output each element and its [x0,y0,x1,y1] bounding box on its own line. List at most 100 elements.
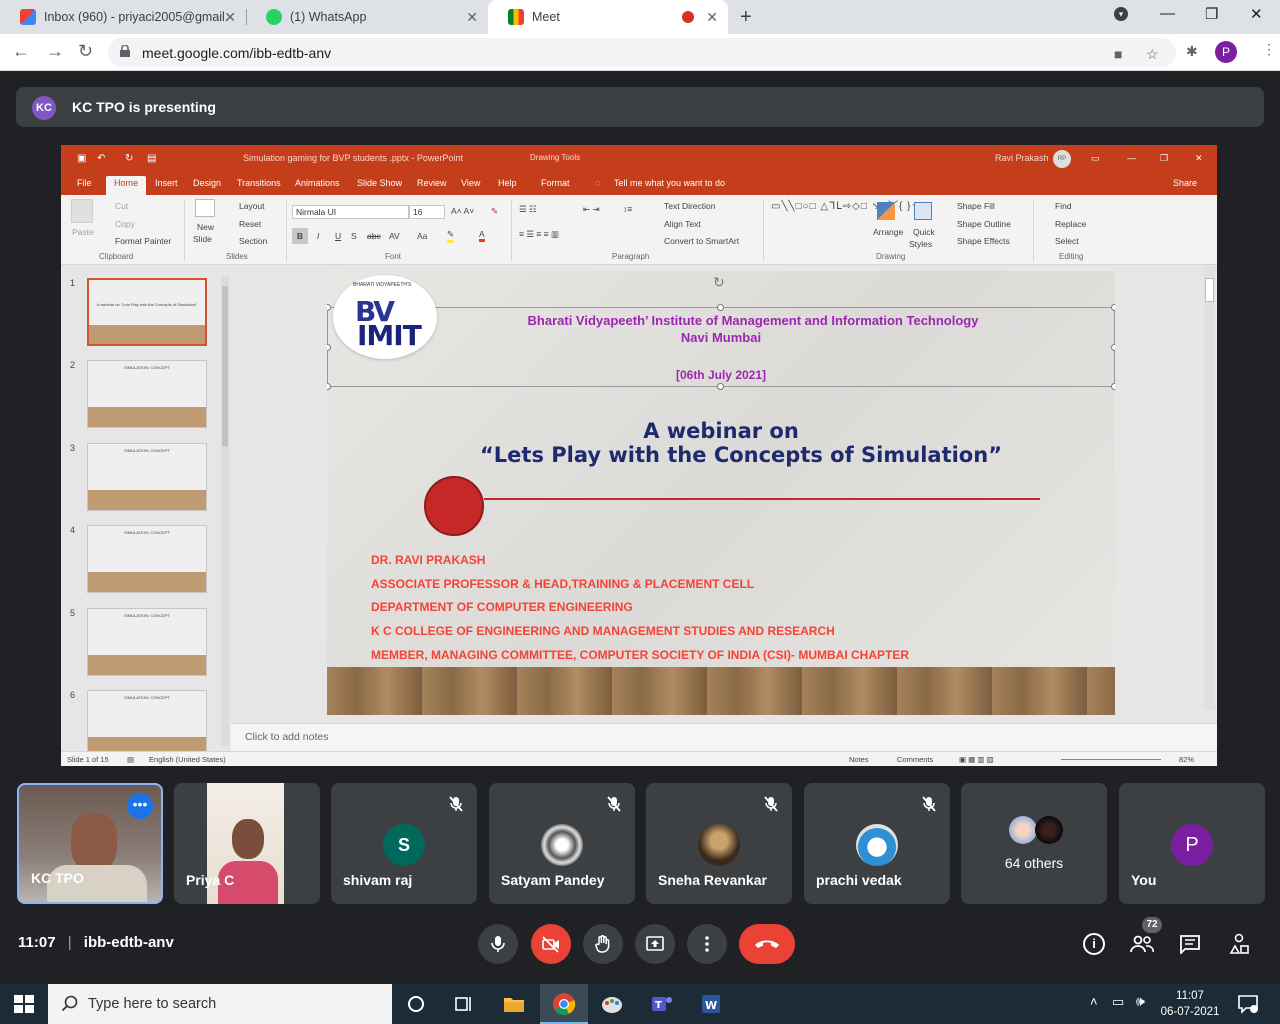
participant-tile-sneha[interactable]: Sneha Revankar [646,783,792,904]
underline-button: U [335,231,342,241]
tab-gmail[interactable]: Inbox (960) - priyaci2005@gmail. ✕ [0,0,246,34]
forward-button[interactable]: → [46,41,64,62]
participant-tile-kc-tpo[interactable]: ••• KC TPO [17,783,163,904]
camera-off-button[interactable] [531,924,571,964]
participant-name: KC TPO [31,870,84,886]
taskbar-search[interactable]: Type here to search [48,984,392,1024]
participant-tile-satyam[interactable]: Satyam Pandey [489,783,635,904]
participant-tile-you[interactable]: P You [1119,783,1265,904]
gmail-icon [20,9,36,25]
reset-button: Reset [239,219,262,229]
meeting-details-button[interactable]: i [1083,933,1105,955]
chat-button[interactable] [1179,934,1201,959]
italic-button: I [317,231,320,241]
participant-tile-others[interactable]: 64 others [961,783,1107,904]
close-icon[interactable]: ✕ [466,9,478,26]
logo-arc-text: BHARATI VIDYAPEETH'S [353,282,412,288]
participant-tile-prachi[interactable]: prachi vedak [804,783,950,904]
group-label-font: Font [385,252,402,261]
participant-name: shivam raj [343,872,413,888]
leave-call-button[interactable] [739,924,795,964]
selection-handle [1111,304,1115,311]
group-label-editing: Editing [1059,252,1084,261]
new-slide-icon [195,199,215,217]
zoom-slider [1061,759,1161,760]
slide-thumbnail-pane: 1 A webinar on "Lets Play with the Conce… [61,266,231,758]
minimize-button[interactable]: — [1160,5,1175,22]
word-icon[interactable]: W [699,992,723,1016]
presenting-banner: KC KC TPO is presenting [16,87,1264,127]
thumbnail-title: SIMULATION: CONCEPT [124,365,170,370]
task-view-icon[interactable] [452,992,476,1016]
format-painter-button: Format Painter [115,236,172,246]
selection-handle [1111,344,1115,351]
cortana-icon[interactable] [404,992,428,1016]
tray-expand-icon[interactable]: ˄ [1090,994,1098,1009]
taskbar-clock[interactable]: 11:07 06-07-2021 [1160,988,1220,1020]
network-icon[interactable]: ▭ [1112,994,1124,1010]
font-name-box: Nirmala UI [292,205,409,219]
menu-dots-icon[interactable]: ⋮ [1262,41,1276,58]
participant-tile-priya[interactable]: Priya C [174,783,320,904]
mic-button[interactable] [478,924,518,964]
close-icon[interactable]: ✕ [224,9,236,26]
paint-icon[interactable] [600,992,624,1016]
more-options-button[interactable]: ••• [127,793,153,819]
raise-hand-button[interactable] [583,924,623,964]
new-tab-button[interactable]: + [740,6,752,29]
extensions-icon[interactable]: ✱ [1186,43,1198,60]
reload-button[interactable]: ↻ [78,41,93,62]
back-button[interactable]: ← [12,41,30,62]
clear-format-icon: ✎ [491,206,499,216]
layout-button: Layout [239,201,265,211]
maximize-button[interactable]: ❐ [1205,5,1218,23]
omnibox[interactable]: meet.google.com/ibb-edtb-anv ■ ☆ [108,38,1176,67]
tab-meet[interactable]: Meet ✕ [488,0,728,34]
ppt-close-icon: ✕ [1195,153,1203,163]
selection-handle [717,304,724,311]
participant-tile-shivam[interactable]: S shivam raj [331,783,477,904]
file-explorer-icon[interactable] [502,992,526,1016]
profile-avatar[interactable]: P [1215,41,1237,63]
bookmark-star-icon[interactable]: ☆ [1146,46,1159,63]
lightbulb-icon: ◌ [595,178,601,188]
participant-name: prachi vedak [816,872,902,888]
volume-icon[interactable]: 🕪 [1136,993,1145,1010]
section-button: Section [239,236,268,246]
indent-icon: ⇤ ⇥ [583,204,600,214]
camera-icon[interactable]: ■ [1114,46,1122,62]
notifications-icon[interactable] [1236,992,1260,1016]
tab-search-icon[interactable]: ▾ [1114,7,1128,21]
people-button[interactable]: 72 [1130,917,1162,956]
tab-whatsapp[interactable]: (1) WhatsApp ✕ [246,0,488,34]
selection-handle [327,383,331,390]
shapes-gallery: ▭╲╲□○□ △ᒣᒪ⇨◇□ ↘╮︶{ }☆ [771,201,922,212]
participant-avatar-image [698,824,740,866]
webinar-heading: A webinar on [643,419,799,443]
more-options-button[interactable] [687,924,727,964]
tab-title: Inbox (960) - priyaci2005@gmail. [44,10,229,24]
browser-tabstrip: Inbox (960) - priyaci2005@gmail. ✕ (1) W… [0,0,1280,34]
search-placeholder: Type here to search [88,996,217,1012]
thumbnail-number: 1 [70,278,76,288]
windows-start-icon[interactable] [12,992,36,1016]
strike-button: abc [367,231,381,241]
whatsapp-icon [266,9,282,25]
chrome-taskbar-button[interactable] [540,984,588,1024]
activities-button[interactable] [1228,933,1250,960]
ppt-ribbon: Paste Cut Copy Format Painter Clipboard … [61,195,1217,265]
window-close-button[interactable]: ✕ [1250,5,1263,23]
teams-icon[interactable]: T [650,992,674,1016]
present-now-button[interactable] [635,924,675,964]
close-icon[interactable]: ✕ [706,9,718,26]
replace-button: Replace [1055,219,1087,229]
share-button: Share [1173,178,1198,188]
tab-title: (1) WhatsApp [290,10,367,24]
select-button: Select [1055,236,1079,246]
ppt-user-name: Ravi Prakash [995,153,1049,163]
video-feed-face [232,819,264,859]
thumbnail-title: A webinar on "Lets Play with the Concept… [96,302,198,307]
group-divider [286,199,287,261]
ribbon-tab-home: Home [106,176,147,195]
clock-date: 06-07-2021 [1160,1006,1220,1018]
